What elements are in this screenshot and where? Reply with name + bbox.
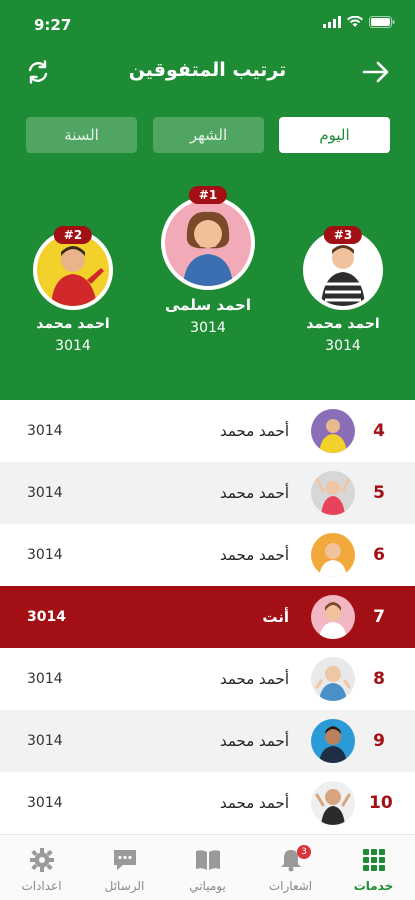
row-rank: 8 [373,669,385,689]
header-section: 9:27 ترتيب المتفوقين السنة الشهر اليوم #… [0,0,415,400]
page-title: ترتيب المتفوقين [128,59,287,81]
rank-badge: #3 [323,226,363,244]
title-bar: ترتيب المتفوقين [0,52,415,92]
ranking-row[interactable]: 9 أحمد محمد 3014 [0,710,415,772]
ranking-row[interactable]: 4 أحمد محمد 3014 [0,400,415,462]
podium-first[interactable]: #1 احمد سلمى 3014 [158,186,258,336]
status-bar: 9:27 [0,0,415,48]
avatar [311,409,355,453]
ranking-list: 4 أحمد محمد 3014 5 أحمد محمد 3014 6 أحمد… [0,400,415,834]
ranking-row[interactable]: 5 أحمد محمد 3014 [0,462,415,524]
tab-year[interactable]: السنة [26,117,137,153]
row-score: 3014 [27,671,63,687]
ranking-row[interactable]: 10 أحمد محمد 3014 [0,772,415,834]
chat-icon [113,850,136,870]
row-score: 3014 [27,547,63,563]
podium-name: احمد محمد [306,316,380,332]
row-rank: 4 [373,421,385,441]
nav-label: اشعارات [268,879,313,893]
row-rank: 7 [373,607,385,627]
podium-name: احمد محمد [36,316,110,332]
tab-month[interactable]: الشهر [153,117,264,153]
row-name: أحمد محمد [219,732,289,750]
row-name: أحمد محمد [219,546,289,564]
podium-score: 3014 [190,320,226,336]
nav-settings[interactable]: اعدادات [0,835,83,900]
nav-services[interactable]: خدمات [332,835,415,900]
battery-icon [369,16,395,28]
avatar [161,196,255,290]
row-score: 3014 [27,733,63,749]
avatar [311,781,355,825]
student-photo-icon [311,409,355,453]
period-tabs: السنة الشهر اليوم [26,117,390,153]
student-photo-icon [311,657,355,701]
student-photo-icon [311,471,355,515]
podium-score: 3014 [325,338,361,354]
row-score: 3014 [27,795,63,811]
student-photo-icon [311,533,355,577]
nav-diary[interactable]: يومياتي [166,835,249,900]
avatar [311,595,355,639]
podium-score: 3014 [55,338,91,354]
row-score: 3014 [27,423,63,439]
podium-second[interactable]: #2 احمد محمد 3014 [30,226,116,354]
avatar [311,657,355,701]
podium-name: احمد سلمى [164,296,251,314]
status-icons [323,16,395,28]
row-name: أحمد محمد [219,484,289,502]
row-rank: 5 [373,483,385,503]
row-name: أحمد محمد [219,794,289,812]
avatar [311,471,355,515]
ranking-row[interactable]: 6 أحمد محمد 3014 [0,524,415,586]
signal-icon [323,16,341,28]
row-score: 3014 [27,609,66,625]
bottom-nav: اعدادات الرسائل يومياتي 3 اشعارات خدمات [0,834,415,900]
student-photo-icon [311,719,355,763]
student-photo-icon [311,595,355,639]
row-rank: 6 [373,545,385,565]
back-button[interactable] [361,58,391,86]
row-score: 3014 [27,485,63,501]
wifi-icon [347,16,363,27]
row-rank: 10 [369,793,393,813]
avatar [311,719,355,763]
student-photo-icon [51,246,104,306]
nav-label: يومياتي [189,879,226,893]
rank-badge: #1 [188,186,228,204]
ranking-row-current-user[interactable]: 7 أنت 3014 [0,586,415,648]
student-photo-icon [321,245,365,306]
nav-label: الرسائل [104,879,145,893]
student-photo-icon [311,781,355,825]
status-time: 9:27 [34,16,72,34]
arrow-right-icon [362,61,389,83]
nav-label: خدمات [353,879,394,893]
rank-badge: #2 [53,226,93,244]
row-name: أحمد محمد [219,670,289,688]
grid-icon [362,849,385,871]
notification-badge: 3 [297,845,311,859]
tab-today[interactable]: اليوم [279,117,390,153]
row-rank: 9 [373,731,385,751]
podium-third[interactable]: #3 احمد محمد 3014 [300,226,386,354]
nav-label: اعدادات [21,879,62,893]
nav-notifications[interactable]: 3 اشعارات [249,835,332,900]
row-name: أحمد محمد [219,422,289,440]
nav-messages[interactable]: الرسائل [83,835,166,900]
avatar [311,533,355,577]
gear-icon [29,848,54,872]
book-icon [195,850,220,870]
ranking-row[interactable]: 8 أحمد محمد 3014 [0,648,415,710]
row-name: أنت [262,608,289,626]
student-photo-icon [183,211,233,286]
